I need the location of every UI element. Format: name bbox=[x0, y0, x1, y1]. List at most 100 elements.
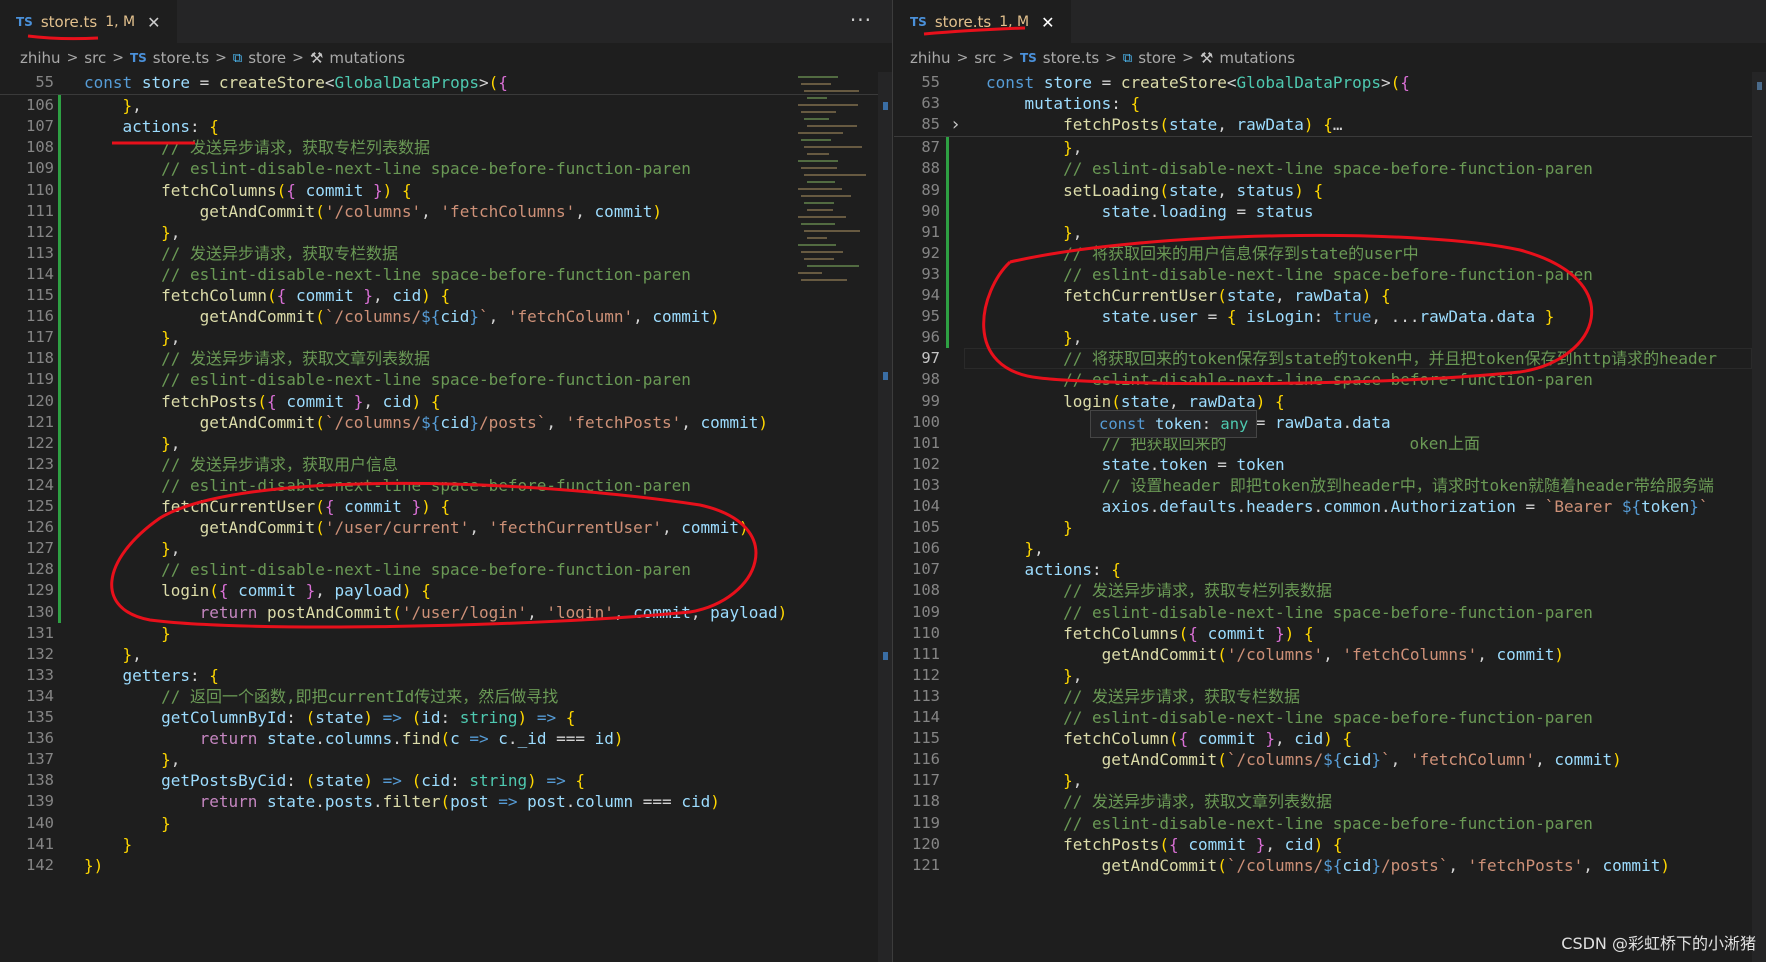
code-line[interactable]: 118 // 发送异步请求，获取文章列表数据 bbox=[0, 348, 892, 369]
code-line[interactable]: 120 fetchPosts({ commit }, cid) { bbox=[0, 391, 892, 412]
code-line[interactable]: 109 // eslint-disable-next-line space-be… bbox=[894, 602, 1766, 623]
code-line[interactable]: 121 getAndCommit(`/columns/${cid}/posts`… bbox=[894, 855, 1766, 876]
code-line[interactable]: 92 // 将获取回来的用户信息保存到state的user中 bbox=[894, 243, 1766, 264]
code-line[interactable]: 100 const { token } = rawData.data bbox=[894, 412, 1766, 433]
close-icon[interactable]: ✕ bbox=[1041, 13, 1054, 32]
code-line[interactable]: 139 return state.posts.filter(post => po… bbox=[0, 791, 892, 812]
left-code-editor[interactable]: 55 const store = createStore<GlobalDataPr… bbox=[0, 72, 892, 962]
code-line[interactable]: 108 // 发送异步请求，获取专栏列表数据 bbox=[0, 137, 892, 158]
code-line[interactable]: 113 // 发送异步请求，获取专栏数据 bbox=[0, 243, 892, 264]
code-line[interactable]: 111 getAndCommit('/columns', 'fetchColum… bbox=[0, 201, 892, 222]
code-line[interactable]: 142}) bbox=[0, 855, 892, 876]
code-line[interactable]: 113 // 发送异步请求，获取专栏数据 bbox=[894, 686, 1766, 707]
code-line[interactable]: 112 }, bbox=[0, 222, 892, 243]
code-line[interactable]: 97 // 将获取回来的token保存到state的token中，并且把toke… bbox=[894, 348, 1766, 369]
sticky-line[interactable]: 55 const store = createStore<GlobalDataPr… bbox=[0, 72, 892, 93]
code-line[interactable]: 106 }, bbox=[894, 538, 1766, 559]
code-line[interactable]: 110 fetchColumns({ commit }) { bbox=[894, 623, 1766, 644]
code-line[interactable]: 93 // eslint-disable-next-line space-bef… bbox=[894, 264, 1766, 285]
code-line[interactable]: 95 state.user = { isLogin: true, ...rawD… bbox=[894, 306, 1766, 327]
code-line[interactable]: 128 // eslint-disable-next-line space-be… bbox=[0, 559, 892, 580]
code-line[interactable]: 126 getAndCommit('/user/current', 'fecth… bbox=[0, 517, 892, 538]
code-line[interactable]: 116 getAndCommit(`/columns/${cid}`, 'fet… bbox=[894, 749, 1766, 770]
code-line[interactable]: 101 // 把获取回来的 oken上面 bbox=[894, 433, 1766, 454]
code-line[interactable]: 122 }, bbox=[0, 433, 892, 454]
code-line[interactable]: 125 fetchCurrentUser({ commit }) { bbox=[0, 496, 892, 517]
code-line[interactable]: 118 // 发送异步请求，获取文章列表数据 bbox=[894, 791, 1766, 812]
code-line[interactable]: 119 // eslint-disable-next-line space-be… bbox=[894, 813, 1766, 834]
code-line[interactable]: 111 getAndCommit('/columns', 'fetchColum… bbox=[894, 644, 1766, 665]
code-line[interactable]: 89 setLoading(state, status) { bbox=[894, 180, 1766, 201]
code-line[interactable]: 119 // eslint-disable-next-line space-be… bbox=[0, 369, 892, 390]
breadcrumb-file[interactable]: store.ts bbox=[153, 49, 209, 67]
code-line[interactable]: 117 }, bbox=[894, 770, 1766, 791]
breadcrumb-mutations[interactable]: mutations bbox=[1219, 49, 1295, 67]
code-line[interactable]: 132 }, bbox=[0, 644, 892, 665]
code-line[interactable]: 109 // eslint-disable-next-line space-be… bbox=[0, 158, 892, 179]
code-line[interactable]: 114 // eslint-disable-next-line space-be… bbox=[0, 264, 892, 285]
breadcrumb-mutations[interactable]: mutations bbox=[329, 49, 405, 67]
code-line[interactable]: 123 // 发送异步请求，获取用户信息 bbox=[0, 454, 892, 475]
code-line[interactable]: 121 getAndCommit(`/columns/${cid}/posts`… bbox=[0, 412, 892, 433]
code-line[interactable]: 136 return state.columns.find(c => c._id… bbox=[0, 728, 892, 749]
right-tab-store-ts[interactable]: TS store.ts 1, M ✕ bbox=[894, 0, 1071, 44]
code-line[interactable]: 116 getAndCommit(`/columns/${cid}`, 'fet… bbox=[0, 306, 892, 327]
sticky-line[interactable]: 55 const store = createStore<GlobalDataPr… bbox=[894, 72, 1766, 93]
code-line[interactable]: 141 } bbox=[0, 834, 892, 855]
code-line[interactable]: 117 }, bbox=[0, 327, 892, 348]
code-line[interactable]: 91 }, bbox=[894, 222, 1766, 243]
code-line[interactable]: 129 login({ commit }, payload) { bbox=[0, 580, 892, 601]
code-line[interactable]: 94 fetchCurrentUser(state, rawData) { bbox=[894, 285, 1766, 306]
breadcrumb-zhihu[interactable]: zhihu bbox=[20, 49, 61, 67]
left-scrollbar[interactable] bbox=[878, 72, 892, 962]
code-line[interactable]: 107 actions: { bbox=[894, 559, 1766, 580]
code-line[interactable]: 120 fetchPosts({ commit }, cid) { bbox=[894, 834, 1766, 855]
code-line[interactable]: 90 state.loading = status bbox=[894, 201, 1766, 222]
sticky-scroll-header[interactable]: 55 const store = createStore<GlobalDataPr… bbox=[0, 72, 892, 96]
breadcrumb-file[interactable]: store.ts bbox=[1043, 49, 1099, 67]
close-icon[interactable]: ✕ bbox=[147, 13, 160, 32]
code-line[interactable]: 115 fetchColumn({ commit }, cid) { bbox=[0, 285, 892, 306]
code-line[interactable]: 110 fetchColumns({ commit }) { bbox=[0, 180, 892, 201]
code-line[interactable]: 124 // eslint-disable-next-line space-be… bbox=[0, 475, 892, 496]
code-line[interactable]: 87 }, bbox=[894, 137, 1766, 158]
code-line[interactable]: 88 // eslint-disable-next-line space-bef… bbox=[894, 158, 1766, 179]
breadcrumb-src[interactable]: src bbox=[84, 49, 106, 67]
code-line[interactable]: 133 getters: { bbox=[0, 665, 892, 686]
code-line[interactable]: 105 } bbox=[894, 517, 1766, 538]
code-line[interactable]: 137 }, bbox=[0, 749, 892, 770]
right-code-editor[interactable]: 55 const store = createStore<GlobalDataPr… bbox=[894, 72, 1766, 962]
code-line[interactable]: 138 getPostsByCid: (state) => (cid: stri… bbox=[0, 770, 892, 791]
code-line[interactable]: 96 }, bbox=[894, 327, 1766, 348]
fold-chevron-icon[interactable]: › bbox=[950, 114, 961, 135]
right-scrollbar[interactable] bbox=[1752, 72, 1766, 962]
code-line[interactable]: 99 login(state, rawData) { bbox=[894, 391, 1766, 412]
code-line[interactable]: 127 }, bbox=[0, 538, 892, 559]
code-line[interactable]: 112 }, bbox=[894, 665, 1766, 686]
code-line[interactable]: 103 // 设置header 即把token放到header中，请求时toke… bbox=[894, 475, 1766, 496]
code-line[interactable]: 98 // eslint-disable-next-line space-bef… bbox=[894, 369, 1766, 390]
code-line[interactable]: 130 return postAndCommit('/user/login', … bbox=[0, 602, 892, 623]
sticky-line[interactable]: 63 mutations: { bbox=[894, 93, 1766, 114]
code-line[interactable]: 135 getColumnById: (state) => (id: strin… bbox=[0, 707, 892, 728]
code-line[interactable]: 104 axios.defaults.headers.common.Author… bbox=[894, 496, 1766, 517]
code-line[interactable]: 102 state.token = token bbox=[894, 454, 1766, 475]
sticky-line[interactable]: 85 fetchPosts(state, rawData) {… bbox=[894, 114, 1766, 135]
code-line[interactable]: 140 } bbox=[0, 813, 892, 834]
left-minimap[interactable] bbox=[798, 72, 874, 962]
code-text: const store = createStore<GlobalDataProp… bbox=[986, 73, 1410, 92]
code-line[interactable]: 134 // 返回一个函数,即把currentId传过来，然后做寻找 bbox=[0, 686, 892, 707]
code-line[interactable]: 107 actions: { bbox=[0, 116, 892, 137]
breadcrumb-src[interactable]: src bbox=[974, 49, 996, 67]
sticky-scroll-header[interactable]: 55 const store = createStore<GlobalDataPr… bbox=[894, 72, 1766, 138]
code-line[interactable]: 131 } bbox=[0, 623, 892, 644]
breadcrumb-zhihu[interactable]: zhihu bbox=[910, 49, 951, 67]
code-line[interactable]: 115 fetchColumn({ commit }, cid) { bbox=[894, 728, 1766, 749]
left-tab-store-ts[interactable]: TS store.ts 1, M ✕ bbox=[0, 0, 177, 44]
breadcrumb-store[interactable]: store bbox=[248, 49, 286, 67]
code-line[interactable]: 114 // eslint-disable-next-line space-be… bbox=[894, 707, 1766, 728]
breadcrumb-store[interactable]: store bbox=[1138, 49, 1176, 67]
more-actions-icon[interactable]: ··· bbox=[850, 8, 872, 32]
code-line[interactable]: 108 // 发送异步请求，获取专栏列表数据 bbox=[894, 580, 1766, 601]
code-line[interactable]: 106 }, bbox=[0, 95, 892, 116]
